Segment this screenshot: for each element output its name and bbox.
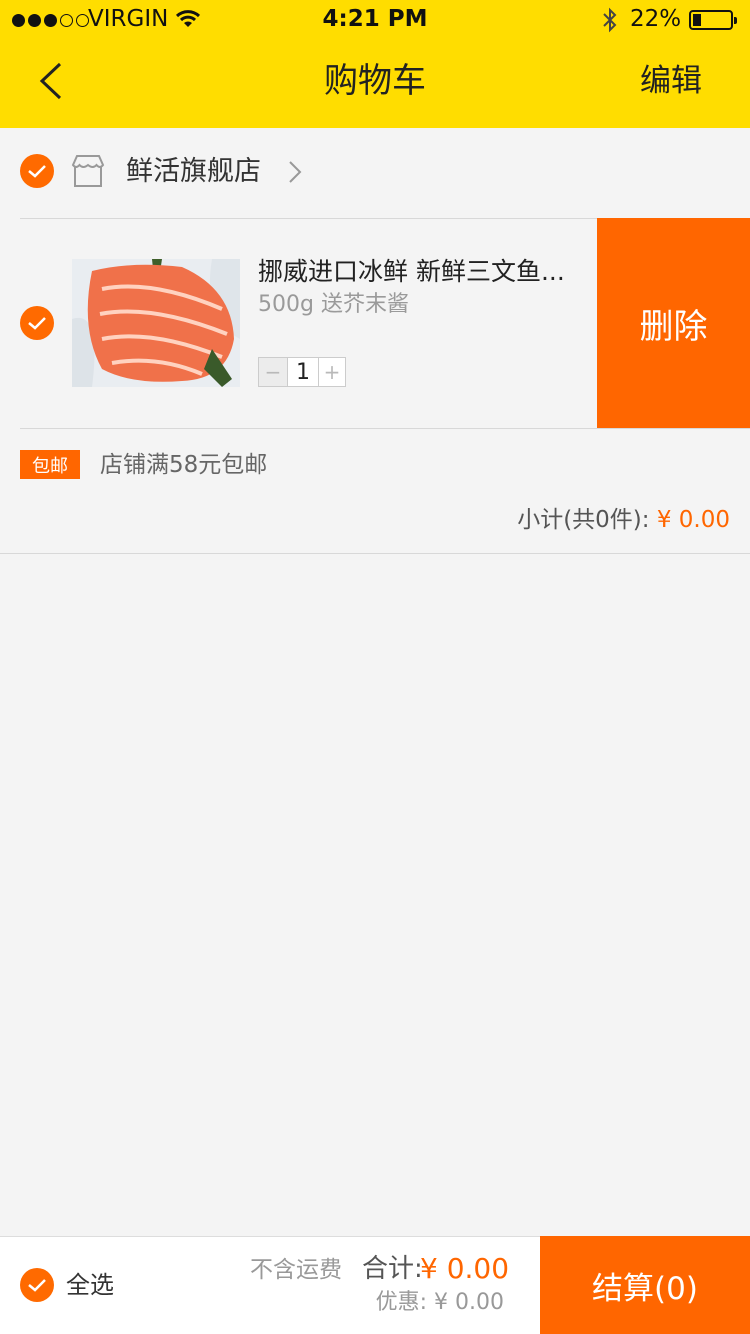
checkmark-icon: [28, 317, 46, 330]
page-title: 购物车: [324, 61, 426, 101]
divider: [0, 553, 750, 554]
delete-button[interactable]: 删除: [597, 218, 750, 429]
divider: [20, 428, 750, 429]
battery-icon: [689, 10, 737, 30]
discount-value: 优惠: ¥ 0.00: [375, 1290, 504, 1315]
increase-quantity-button[interactable]: +: [319, 358, 345, 386]
quantity-stepper: − 1 +: [258, 357, 346, 387]
shop-select-checkbox[interactable]: [20, 154, 54, 188]
checkmark-icon: [28, 165, 46, 178]
freight-note: 不含运费: [250, 1257, 342, 1283]
free-shipping-badge: 包邮: [20, 450, 80, 479]
subtotal-label: 小计(共0件):: [517, 507, 657, 533]
shipping-promo-text: 店铺满58元包邮: [100, 452, 268, 478]
divider: [20, 218, 597, 219]
status-bar: VIRGIN 4:21 PM 22%: [0, 0, 750, 40]
shop-subtotal: 小计(共0件): ¥ 0.00: [517, 503, 730, 537]
bluetooth-icon: [603, 7, 617, 33]
store-icon: [71, 155, 105, 187]
checkout-button[interactable]: 结算(0): [540, 1236, 750, 1334]
chevron-right-icon[interactable]: [286, 158, 304, 186]
decrease-quantity-button[interactable]: −: [259, 358, 287, 386]
edit-button[interactable]: 编辑: [640, 58, 702, 104]
subtotal-value: ¥ 0.00: [656, 507, 730, 533]
total-label: 合计:: [362, 1254, 423, 1284]
item-select-checkbox[interactable]: [20, 306, 54, 340]
product-image[interactable]: [72, 259, 240, 387]
quantity-value[interactable]: 1: [287, 358, 319, 386]
checkmark-icon: [28, 1279, 46, 1292]
select-all-label[interactable]: 全选: [66, 1268, 114, 1302]
product-title[interactable]: 挪威进口冰鲜 新鲜三文鱼...: [258, 255, 588, 289]
salmon-image: [72, 259, 240, 387]
shop-name[interactable]: 鲜活旗舰店: [126, 152, 261, 192]
product-spec: 500g 送芥末酱: [258, 292, 409, 317]
battery-percent: 22%: [630, 6, 682, 32]
total-value: ¥ 0.00: [420, 1252, 510, 1285]
select-all-checkbox[interactable]: [20, 1268, 54, 1302]
